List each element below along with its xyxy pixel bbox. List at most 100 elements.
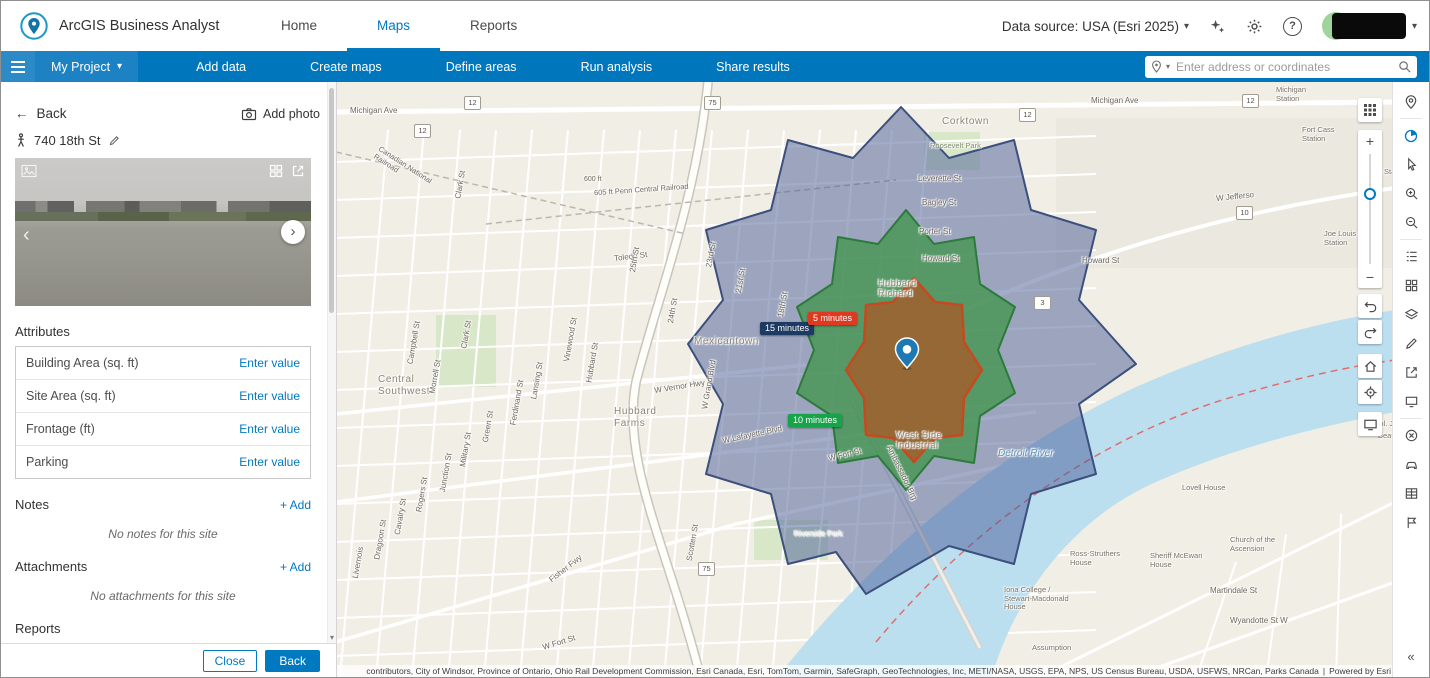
project-label: My Project	[51, 60, 110, 74]
attachments-empty-text: No attachments for this site	[15, 589, 311, 603]
collapse-rail-icon[interactable]: «	[1395, 642, 1427, 671]
close-button[interactable]: Close	[203, 650, 258, 672]
zoom-in-button[interactable]: +	[1358, 130, 1382, 152]
zoom-out-button[interactable]: −	[1358, 266, 1382, 288]
drive-time-badge-10[interactable]: 10 minutes	[788, 414, 842, 427]
home-button[interactable]	[1358, 354, 1382, 378]
map-view[interactable]: Michigan AveMichigan AveCorktownRoosevel…	[336, 82, 1395, 677]
attribute-label: Frontage (ft)	[26, 422, 95, 436]
enter-value-link[interactable]: Enter value	[239, 356, 300, 370]
zoom-slider[interactable]	[1369, 154, 1371, 264]
notes-title: Notes	[15, 497, 49, 512]
notes-empty-text: No notes for this site	[15, 527, 311, 541]
workflow-toolbar: My Project ▾ Add data Create maps Define…	[1, 51, 1429, 82]
tab-run-analysis[interactable]: Run analysis	[549, 51, 685, 82]
site-details-panel: ← Back Add photo	[1, 82, 337, 677]
device-icon[interactable]	[1395, 387, 1427, 416]
avatar	[1322, 11, 1406, 41]
panel-content: ← Back Add photo	[1, 82, 328, 644]
table-row: Building Area (sq. ft) Enter value	[16, 347, 310, 379]
basemap	[336, 82, 1395, 677]
open-photo-icon[interactable]	[291, 164, 305, 178]
zoom-out-icon[interactable]	[1395, 208, 1427, 237]
table-icon[interactable]	[1395, 479, 1427, 508]
back-link[interactable]: ← Back	[15, 106, 67, 121]
gallery-grid-icon[interactable]	[269, 164, 283, 178]
tab-home[interactable]: Home	[251, 1, 347, 51]
back-button[interactable]: Back	[265, 650, 320, 672]
workflow-tabs: Add data Create maps Define areas Run an…	[164, 51, 822, 82]
tab-add-data[interactable]: Add data	[164, 51, 278, 82]
app-header: ArcGIS Business Analyst Home Maps Report…	[1, 1, 1429, 52]
data-source-label: Data source: USA (Esri 2025)	[1002, 19, 1179, 34]
remove-circle-icon[interactable]	[1395, 421, 1427, 450]
help-icon[interactable]: ?	[1283, 17, 1302, 36]
project-dropdown[interactable]: My Project ▾	[35, 51, 138, 82]
zoom-in-icon[interactable]	[1395, 179, 1427, 208]
infographics-icon[interactable]	[1395, 121, 1427, 150]
attribute-label: Building Area (sq. ft)	[26, 356, 139, 370]
drive-time-badge-5[interactable]: 5 minutes	[808, 312, 857, 325]
tab-reports[interactable]: Reports	[440, 1, 547, 51]
add-attachment-button[interactable]: + Add	[280, 560, 311, 574]
user-menu[interactable]: ▾	[1322, 11, 1417, 41]
locate-button[interactable]	[1358, 380, 1382, 404]
layers-icon[interactable]	[1395, 300, 1427, 329]
menu-hamburger-button[interactable]	[1, 51, 35, 82]
vehicle-icon[interactable]	[1395, 450, 1427, 479]
tab-create-maps[interactable]: Create maps	[278, 51, 414, 82]
scroll-down-arrow[interactable]: ▾	[328, 633, 336, 642]
zoom-control: + −	[1358, 130, 1382, 288]
image-icon	[21, 164, 37, 178]
data-source-dropdown[interactable]: Data source: USA (Esri 2025) ▾	[1002, 19, 1189, 34]
panel-scrollbar[interactable]: ▾	[327, 82, 336, 644]
tab-define-areas[interactable]: Define areas	[414, 51, 549, 82]
add-photo-button[interactable]: Add photo	[241, 107, 320, 121]
photo-prev-button[interactable]: ‹	[17, 223, 36, 248]
attribute-label: Parking	[26, 455, 68, 469]
edit-pencil-icon[interactable]	[108, 134, 121, 147]
basemap-icon[interactable]	[1395, 271, 1427, 300]
photo-treeline	[15, 212, 311, 221]
add-photo-label: Add photo	[263, 107, 320, 121]
enter-value-link[interactable]: Enter value	[239, 389, 300, 403]
app-title: ArcGIS Business Analyst	[59, 18, 219, 34]
settings-gear-icon[interactable]	[1246, 18, 1263, 35]
chevron-down-icon: ▾	[1184, 21, 1189, 32]
photo-next-button[interactable]: ›	[281, 220, 305, 244]
add-note-button[interactable]: + Add	[280, 498, 311, 512]
previous-extent-button[interactable]	[1358, 294, 1382, 318]
zoom-slider-handle[interactable]	[1364, 188, 1376, 200]
tab-share-results[interactable]: Share results	[684, 51, 822, 82]
arcgis-logo-icon	[19, 11, 49, 41]
enter-value-link[interactable]: Enter value	[239, 455, 300, 469]
search-icon[interactable]	[1398, 60, 1411, 73]
enter-value-link[interactable]: Enter value	[239, 422, 300, 436]
search-input[interactable]	[1174, 59, 1394, 75]
chevron-down-icon: ▾	[117, 61, 122, 72]
site-map-pin[interactable]	[894, 337, 920, 371]
legend-icon[interactable]	[1395, 242, 1427, 271]
chevron-down-icon: ▾	[1412, 21, 1417, 32]
flag-icon[interactable]	[1395, 508, 1427, 537]
assistant-sparkle-icon[interactable]	[1209, 18, 1226, 35]
panel-footer: Close Back	[1, 643, 336, 677]
scrollbar-thumb[interactable]	[329, 88, 334, 313]
edit-pencil-icon[interactable]	[1395, 329, 1427, 358]
chevron-down-icon[interactable]: ▾	[1166, 62, 1170, 71]
next-extent-button[interactable]	[1358, 320, 1382, 344]
back-arrow-icon: ←	[15, 106, 29, 121]
back-label: Back	[37, 106, 67, 121]
select-pointer-icon[interactable]	[1395, 150, 1427, 179]
export-icon[interactable]	[1395, 358, 1427, 387]
tab-maps[interactable]: Maps	[347, 1, 440, 51]
pin-site-icon[interactable]	[1395, 87, 1427, 116]
address-search[interactable]: ▾	[1145, 56, 1417, 78]
table-row: Site Area (sq. ft) Enter value	[16, 379, 310, 412]
screen-button[interactable]	[1358, 412, 1382, 436]
park-area	[436, 315, 496, 387]
powered-by-esri: Powered by Esri	[1329, 666, 1391, 676]
drive-time-badge-15[interactable]: 15 minutes	[760, 322, 814, 335]
apps-grid-button[interactable]	[1358, 98, 1382, 122]
site-photo[interactable]: ‹ ›	[15, 158, 311, 306]
